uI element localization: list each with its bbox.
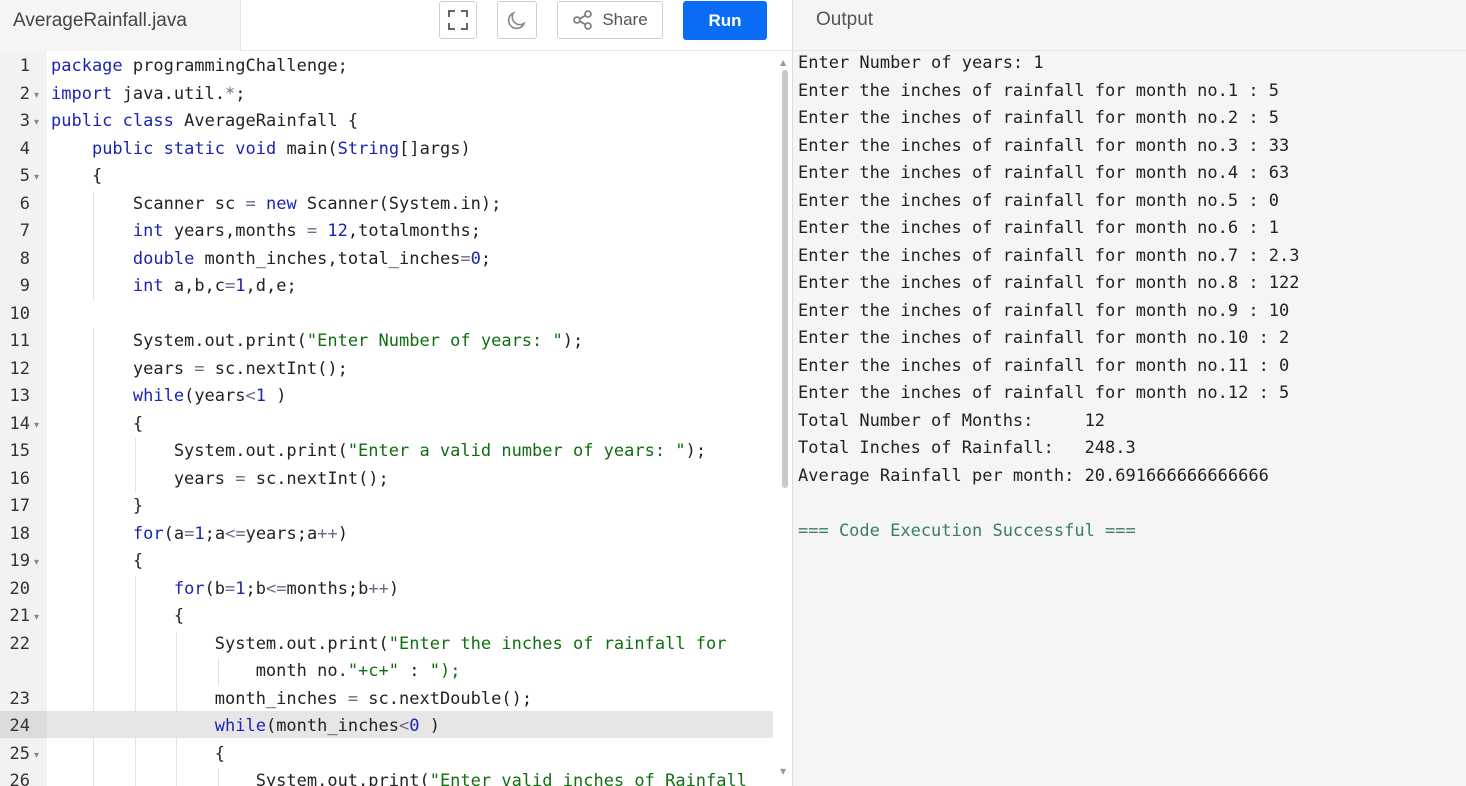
output-line: Enter the inches of rainfall for month n… (798, 135, 1290, 156)
code-line[interactable]: { (51, 166, 102, 186)
line-number: 16 (9, 468, 30, 489)
code-line[interactable]: System.out.print("Enter valid inches of … (51, 771, 747, 786)
line-number: 9 (19, 276, 30, 296)
line-number: 8 (19, 248, 30, 269)
code-line[interactable]: for(a=1;a<=years;a++) (51, 524, 348, 544)
code-line[interactable]: while(month_inches<0 ) (51, 716, 440, 736)
code-line[interactable]: for(b=1;b<=months;b++) (51, 579, 399, 599)
code-line[interactable]: public static void main(String[]args) (51, 139, 471, 159)
output-line: Enter the inches of rainfall for month n… (798, 300, 1290, 321)
output-line: Enter the inches of rainfall for month n… (798, 163, 1290, 183)
file-tab[interactable]: AverageRainfall.java (0, 0, 241, 51)
fold-toggle-icon[interactable]: ▾ (34, 420, 39, 431)
line-number: 4 (19, 138, 30, 159)
code-line[interactable]: { (51, 551, 143, 571)
line-number: 26 (9, 771, 30, 786)
fullscreen-icon (448, 10, 468, 30)
run-button[interactable]: Run (683, 1, 767, 40)
output-line: Enter the inches of rainfall for month n… (798, 80, 1280, 101)
line-number: 15 (9, 441, 30, 461)
output-panel: Enter Number of years: 1 Enter the inches… (793, 51, 1466, 786)
output-line: Average Rainfall per month: 20.691666666… (798, 465, 1269, 486)
code-editor[interactable]: 1 package programmingChallenge; 2 ▾ import j… (0, 51, 792, 786)
output-line: Enter the inches of rainfall for month n… (798, 328, 1290, 348)
share-button-label: Share (602, 10, 648, 29)
output-line: Total Number of Months: 12 (798, 410, 1106, 431)
output-line: Total Inches of Rainfall: 248.3 (798, 438, 1136, 458)
line-number: 14 (9, 413, 30, 434)
line-number: 13 (9, 386, 30, 406)
code-line[interactable]: while(years<1 ) (51, 386, 287, 406)
code-line[interactable]: } (51, 496, 143, 516)
scroll-down-icon[interactable]: ▼ (780, 767, 786, 776)
code-line[interactable]: Scanner sc = new Scanner(System.in); (51, 194, 502, 214)
moon-icon (507, 11, 526, 30)
fullscreen-button[interactable] (439, 1, 477, 39)
code-line[interactable]: years = sc.nextInt(); (51, 469, 389, 489)
line-number: 6 (19, 193, 30, 214)
output-line: Enter the inches of rainfall for month n… (798, 108, 1280, 128)
code-line[interactable]: import java.util.*; (51, 84, 246, 104)
code-line[interactable]: System.out.print("Enter the inches of ra… (51, 634, 727, 654)
fold-toggle-icon[interactable]: ▾ (34, 90, 39, 101)
code-line[interactable]: System.out.print("Enter a valid number o… (51, 441, 706, 461)
line-number: 12 (9, 358, 30, 379)
code-line[interactable]: public class AverageRainfall { (51, 111, 358, 131)
line-number: 24 (9, 716, 30, 736)
line-number: 20 (9, 578, 30, 599)
code-line[interactable]: month_inches = sc.nextDouble(); (51, 689, 532, 709)
code-line[interactable]: years = sc.nextInt(); (51, 359, 348, 379)
line-number: 21 (9, 606, 30, 626)
output-line: Enter the inches of rainfall for month n… (798, 355, 1290, 376)
scroll-up-icon[interactable]: ▲ (780, 58, 786, 67)
code-line[interactable]: package programmingChallenge; (51, 56, 348, 76)
line-number: 3 (19, 111, 30, 131)
line-number: 22 (9, 633, 30, 654)
output-line: Enter the inches of rainfall for month n… (798, 218, 1280, 238)
output-line: Enter the inches of rainfall for month n… (798, 273, 1300, 293)
code-line[interactable]: double month_inches,total_inches=0; (51, 249, 491, 269)
code-line[interactable]: System.out.print("Enter Number of years:… (51, 331, 583, 351)
execution-status: === Code Execution Successful === (798, 520, 1136, 541)
line-number: 10 (9, 303, 30, 324)
line-number: 23 (9, 688, 30, 709)
output-header: Output (793, 0, 1466, 51)
output-line: Enter Number of years: 1 (798, 53, 1044, 73)
output-line: Enter the inches of rainfall for month n… (798, 190, 1280, 211)
dark-mode-button[interactable] (497, 1, 537, 39)
line-number: 25 (9, 743, 30, 764)
line-number: 19 (9, 551, 30, 571)
fold-toggle-icon[interactable]: ▾ (34, 557, 39, 568)
line-number: 7 (19, 221, 30, 241)
fold-toggle-icon[interactable]: ▾ (34, 117, 39, 128)
editor-scrollbar-thumb[interactable] (782, 70, 788, 488)
share-button[interactable]: Share (557, 1, 663, 39)
code-line[interactable]: { (51, 744, 225, 764)
code-line[interactable]: month no."+c+" : "); (51, 661, 461, 681)
output-line: Enter the inches of rainfall for month n… (798, 383, 1290, 403)
fold-toggle-icon[interactable]: ▾ (34, 750, 39, 761)
share-icon (573, 10, 593, 30)
line-number: 2 (19, 83, 30, 104)
code-line[interactable]: { (51, 606, 184, 626)
output-title: Output (816, 9, 874, 30)
code-line[interactable]: int a,b,c=1,d,e; (51, 276, 297, 296)
file-tab-label: AverageRainfall.java (13, 10, 187, 31)
fold-toggle-icon[interactable]: ▾ (34, 612, 39, 623)
code-line[interactable]: { (51, 414, 143, 434)
line-number: 17 (9, 496, 30, 516)
output-line: Enter the inches of rainfall for month n… (798, 245, 1300, 266)
code-line[interactable]: int years,months = 12,totalmonths; (51, 221, 481, 241)
line-number: 18 (9, 523, 30, 544)
line-number: 1 (19, 56, 30, 76)
fold-toggle-icon[interactable]: ▾ (34, 172, 39, 183)
line-number: 11 (9, 331, 30, 351)
line-number: 5 (19, 166, 30, 186)
